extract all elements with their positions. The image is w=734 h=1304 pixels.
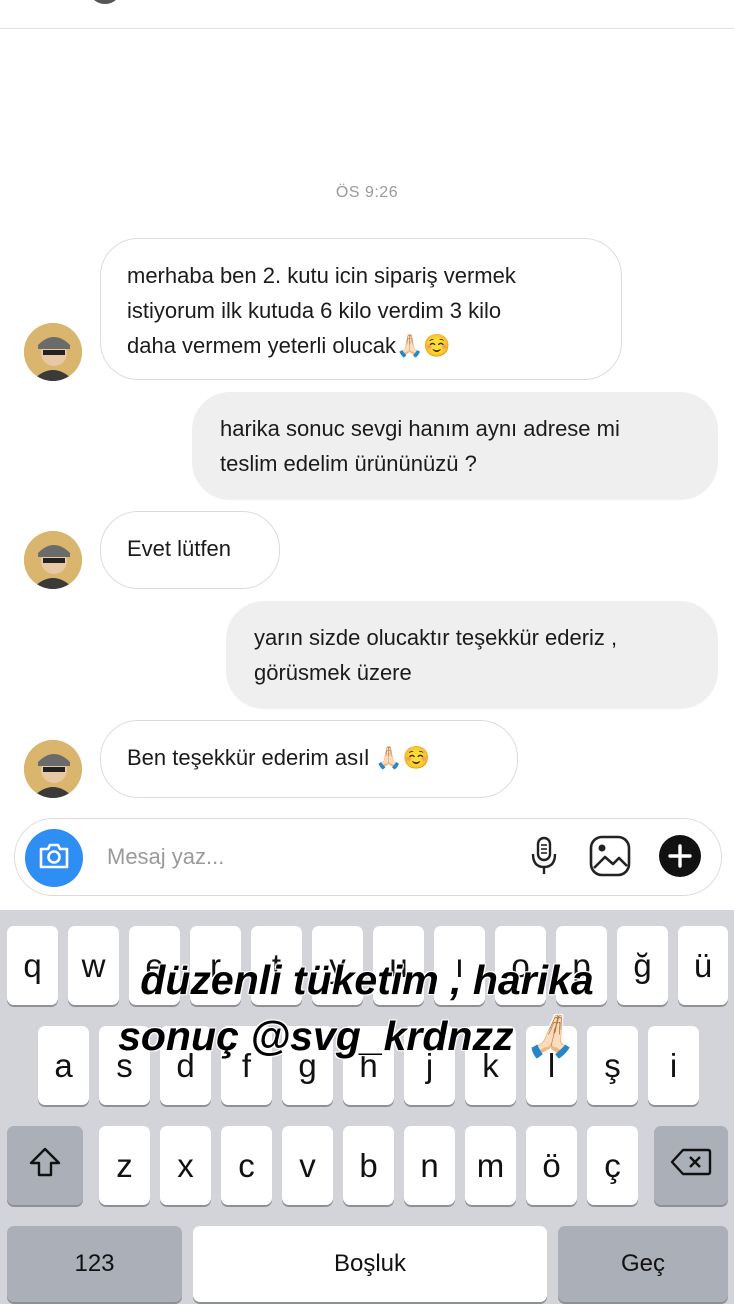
sender-avatar[interactable] xyxy=(24,740,82,798)
message-composer xyxy=(14,818,722,896)
key-c[interactable]: c xyxy=(221,1126,272,1205)
message-bubble-outgoing[interactable]: yarın sizde olucaktır teşekkür ederiz , … xyxy=(226,601,718,709)
gallery-button[interactable] xyxy=(587,835,633,881)
key-m[interactable]: m xyxy=(465,1126,516,1205)
message-line: daha vermem yeterli olucak🙏🏻☺️ xyxy=(127,333,451,358)
message-line: Ben teşekkür ederim asıl 🙏🏻☺️ xyxy=(127,745,431,770)
message-line: görüsmek üzere xyxy=(254,660,412,685)
message-bubble-incoming[interactable]: merhaba ben 2. kutu icin sipariş vermek … xyxy=(100,238,622,380)
shift-icon xyxy=(28,1146,62,1186)
message-line: Evet lütfen xyxy=(127,536,231,561)
camera-button[interactable] xyxy=(25,829,83,887)
key-c-cedilla[interactable]: ç xyxy=(587,1126,638,1205)
key-o-umlaut[interactable]: ö xyxy=(526,1126,577,1205)
space-key[interactable]: Boşluk xyxy=(193,1226,547,1302)
plus-icon xyxy=(658,834,702,883)
message-line: teslim edelim ürününüzü ? xyxy=(220,451,477,476)
add-button[interactable] xyxy=(657,834,703,883)
key-z[interactable]: z xyxy=(99,1126,150,1205)
key-n[interactable]: n xyxy=(404,1126,455,1205)
message-bubble-incoming[interactable]: Ben teşekkür ederim asıl 🙏🏻☺️ xyxy=(100,720,518,798)
sender-avatar[interactable] xyxy=(24,323,82,381)
message-line: harika sonuc sevgi hanım aynı adrese mi xyxy=(220,416,620,441)
key-x[interactable]: x xyxy=(160,1126,211,1205)
header-avatar[interactable] xyxy=(88,0,122,4)
key-b[interactable]: b xyxy=(343,1126,394,1205)
overlay-line-2: sonuç @svg_krdnzz 🙏🏻 xyxy=(118,1013,576,1059)
overlay-line-1: düzenli tüketim , harika xyxy=(140,957,594,1003)
return-key[interactable]: Geç xyxy=(558,1226,728,1302)
message-line: merhaba ben 2. kutu icin sipariş vermek xyxy=(127,263,516,288)
message-input[interactable] xyxy=(107,841,507,873)
camera-icon xyxy=(38,842,70,875)
backspace-icon xyxy=(670,1147,712,1185)
gallery-icon xyxy=(588,834,632,883)
story-text-overlay: düzenli tüketim , harika sonuç @svg_krdn… xyxy=(0,952,734,1064)
message-bubble-incoming[interactable]: Evet lütfen xyxy=(100,511,280,589)
chat-header xyxy=(0,0,734,29)
message-timestamp: ÖS 9:26 xyxy=(335,184,399,201)
shift-key[interactable] xyxy=(7,1126,83,1205)
sender-avatar[interactable] xyxy=(24,531,82,589)
microphone-button[interactable] xyxy=(521,835,567,881)
backspace-key[interactable] xyxy=(654,1126,728,1205)
message-bubble-outgoing[interactable]: harika sonuc sevgi hanım aynı adrese mi … xyxy=(192,392,718,500)
message-line: yarın sizde olucaktır teşekkür ederiz , xyxy=(254,625,618,650)
key-v[interactable]: v xyxy=(282,1126,333,1205)
microphone-icon xyxy=(530,836,558,881)
message-line: istiyorum ilk kutuda 6 kilo verdim 3 kil… xyxy=(127,298,502,323)
numbers-key[interactable]: 123 xyxy=(7,1226,182,1302)
